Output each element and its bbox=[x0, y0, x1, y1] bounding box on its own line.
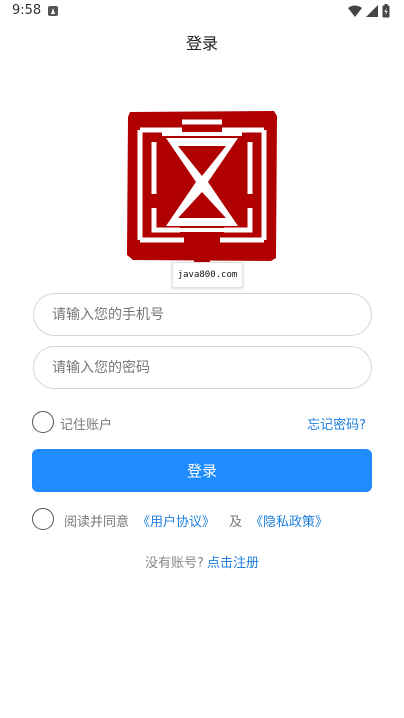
login-button[interactable]: 登录 bbox=[32, 449, 372, 492]
register-row: 没有账号? 点击注册 bbox=[0, 552, 404, 571]
page-title: 登录 bbox=[185, 34, 218, 53]
battery-icon bbox=[382, 4, 390, 18]
privacy-policy-link[interactable]: 《隐私政策》 bbox=[250, 511, 328, 530]
logo-caption: java800.com bbox=[172, 262, 243, 288]
hourglass-seal-logo bbox=[124, 108, 280, 264]
agreement-checkbox[interactable] bbox=[32, 508, 54, 530]
register-prompt: 没有账号? bbox=[145, 556, 204, 571]
remember-account-label[interactable]: 记住账户 bbox=[60, 414, 112, 433]
phone-input[interactable] bbox=[34, 294, 371, 335]
agreement-and: 及 bbox=[229, 515, 243, 530]
password-input[interactable] bbox=[34, 347, 371, 388]
notification-icon bbox=[48, 6, 58, 16]
wifi-icon bbox=[348, 5, 362, 17]
phone-field bbox=[33, 293, 372, 336]
status-icons bbox=[348, 4, 390, 18]
status-bar: 9:58 bbox=[0, 0, 404, 24]
logo-seal-icon bbox=[127, 111, 277, 264]
forgot-password-link[interactable]: 忘记密码? bbox=[307, 414, 366, 433]
signal-icon bbox=[366, 5, 378, 17]
user-agreement-link[interactable]: 《用户协议》 bbox=[137, 511, 215, 530]
status-time: 9:58 bbox=[12, 3, 42, 18]
password-field bbox=[33, 346, 372, 389]
remember-account-checkbox[interactable] bbox=[32, 411, 54, 433]
agreement-row: 阅读并同意 《用户协议》 及 《隐私政策》 bbox=[64, 511, 328, 530]
register-link[interactable]: 点击注册 bbox=[207, 556, 259, 571]
agreement-prefix: 阅读并同意 bbox=[64, 515, 130, 530]
